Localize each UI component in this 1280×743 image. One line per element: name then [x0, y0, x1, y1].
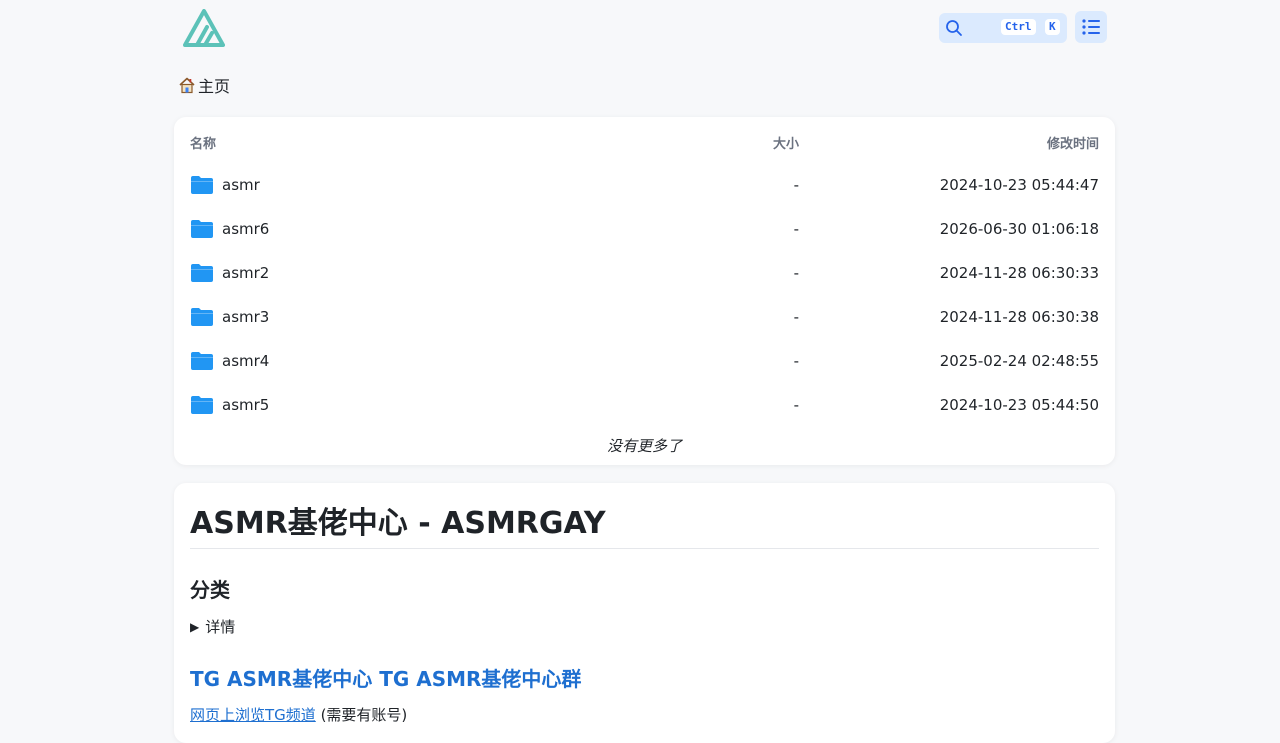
row-size: - [793, 396, 799, 414]
home-icon [179, 77, 195, 94]
folder-icon [191, 176, 213, 194]
web-view-link[interactable]: 网页上浏览TG频道 [190, 706, 316, 724]
row-size: - [793, 308, 799, 326]
table-row[interactable]: asmr5 - 2024-10-23 05:44:50 [174, 384, 1115, 428]
section-heading: 分类 [190, 578, 230, 602]
folder-icon [191, 308, 213, 326]
folder-icon [191, 352, 213, 370]
row-name: asmr4 [222, 352, 270, 370]
triangle-right-icon: ▶ [190, 619, 200, 634]
list-icon [1082, 19, 1100, 35]
row-size: - [793, 352, 799, 370]
table-row[interactable]: asmr2 - 2024-11-28 06:30:33 [174, 252, 1115, 296]
no-more-text: 没有更多了 [606, 437, 682, 455]
shortcut-key-k: K [1045, 19, 1060, 35]
table-row[interactable]: asmr3 - 2024-11-28 06:30:38 [174, 296, 1115, 340]
folder-icon [191, 264, 213, 282]
details-summary: 详情 [205, 618, 236, 636]
site-logo-icon[interactable] [183, 9, 225, 47]
table-row[interactable]: asmr6 - 2026-06-30 01:06:18 [174, 208, 1115, 252]
tg-heading: TG ASMR基佬中心 TG ASMR基佬中心群 [190, 663, 581, 692]
file-list-rows: asmr - 2024-10-23 05:44:47 asmr6 - 2026-… [174, 164, 1115, 428]
table-row[interactable]: asmr - 2024-10-23 05:44:47 [174, 164, 1115, 208]
row-name: asmr2 [222, 264, 270, 282]
readme-title: ASMR基佬中心 - ASMRGAY [190, 506, 606, 541]
tg-group-link[interactable]: TG ASMR基佬中心群 [379, 667, 581, 691]
column-header-size[interactable]: 大小 [773, 133, 799, 152]
row-modified: 2024-11-28 06:30:33 [939, 264, 1099, 282]
column-header-modified[interactable]: 修改时间 [1047, 133, 1099, 152]
details-toggle[interactable]: ▶ 详情 [190, 616, 235, 637]
row-modified: 2024-10-23 05:44:47 [939, 176, 1099, 194]
search-button[interactable]: Ctrl K [939, 13, 1067, 43]
row-modified: 2025-02-24 02:48:55 [939, 352, 1099, 370]
row-size: - [793, 220, 799, 238]
readme-card: ASMR基佬中心 - ASMRGAY 分类 ▶ 详情 TG ASMR基佬中心 T… [174, 483, 1115, 743]
row-size: - [793, 264, 799, 282]
row-modified: 2024-10-23 05:44:50 [939, 396, 1099, 414]
search-icon [946, 20, 962, 36]
row-name: asmr5 [222, 396, 270, 414]
folder-icon [191, 220, 213, 238]
row-modified: 2026-06-30 01:06:18 [939, 220, 1099, 238]
row-name: asmr3 [222, 308, 270, 326]
web-view-note: (需要有账号) [320, 706, 408, 724]
top-bar: Ctrl K [0, 0, 1280, 56]
tg-channel-link[interactable]: TG ASMR基佬中心 [190, 667, 372, 691]
table-row[interactable]: asmr4 - 2025-02-24 02:48:55 [174, 340, 1115, 384]
column-header-name[interactable]: 名称 [190, 133, 216, 152]
row-name: asmr6 [222, 220, 270, 238]
row-size: - [793, 176, 799, 194]
toc-button[interactable] [1075, 11, 1107, 43]
row-name: asmr [222, 176, 260, 194]
tg-web-line: 网页上浏览TG频道 (需要有账号) [190, 704, 407, 725]
shortcut-key-ctrl: Ctrl [1001, 19, 1036, 35]
folder-icon [191, 396, 213, 414]
row-modified: 2024-11-28 06:30:38 [939, 308, 1099, 326]
breadcrumb-home-label: 主页 [198, 77, 231, 96]
readme-divider [190, 548, 1099, 549]
breadcrumb-home[interactable]: 主页 [178, 74, 230, 96]
